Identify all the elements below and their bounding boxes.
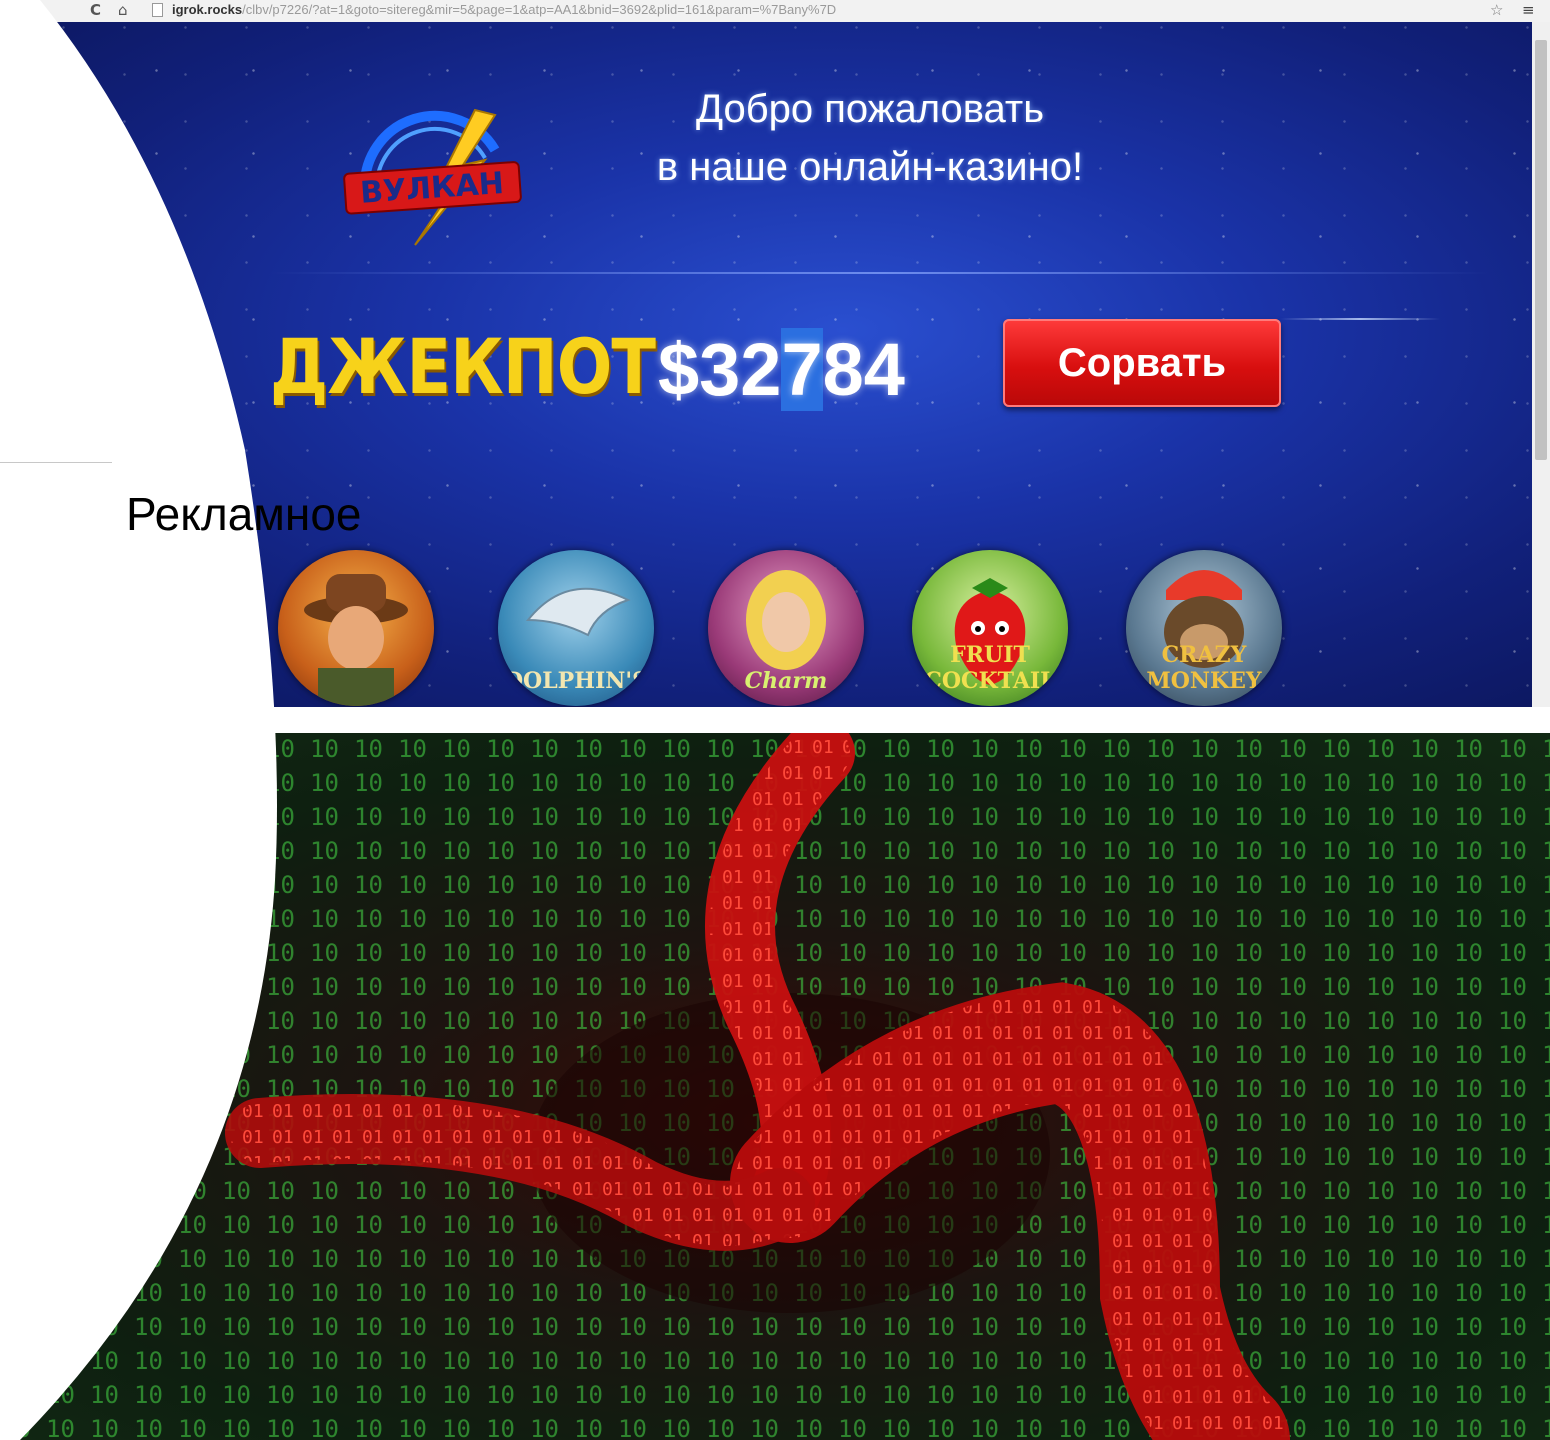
slide-curve-overlay	[0, 0, 1550, 1440]
slide-separator-line	[0, 462, 112, 463]
ad-label: Рекламное	[126, 488, 362, 540]
